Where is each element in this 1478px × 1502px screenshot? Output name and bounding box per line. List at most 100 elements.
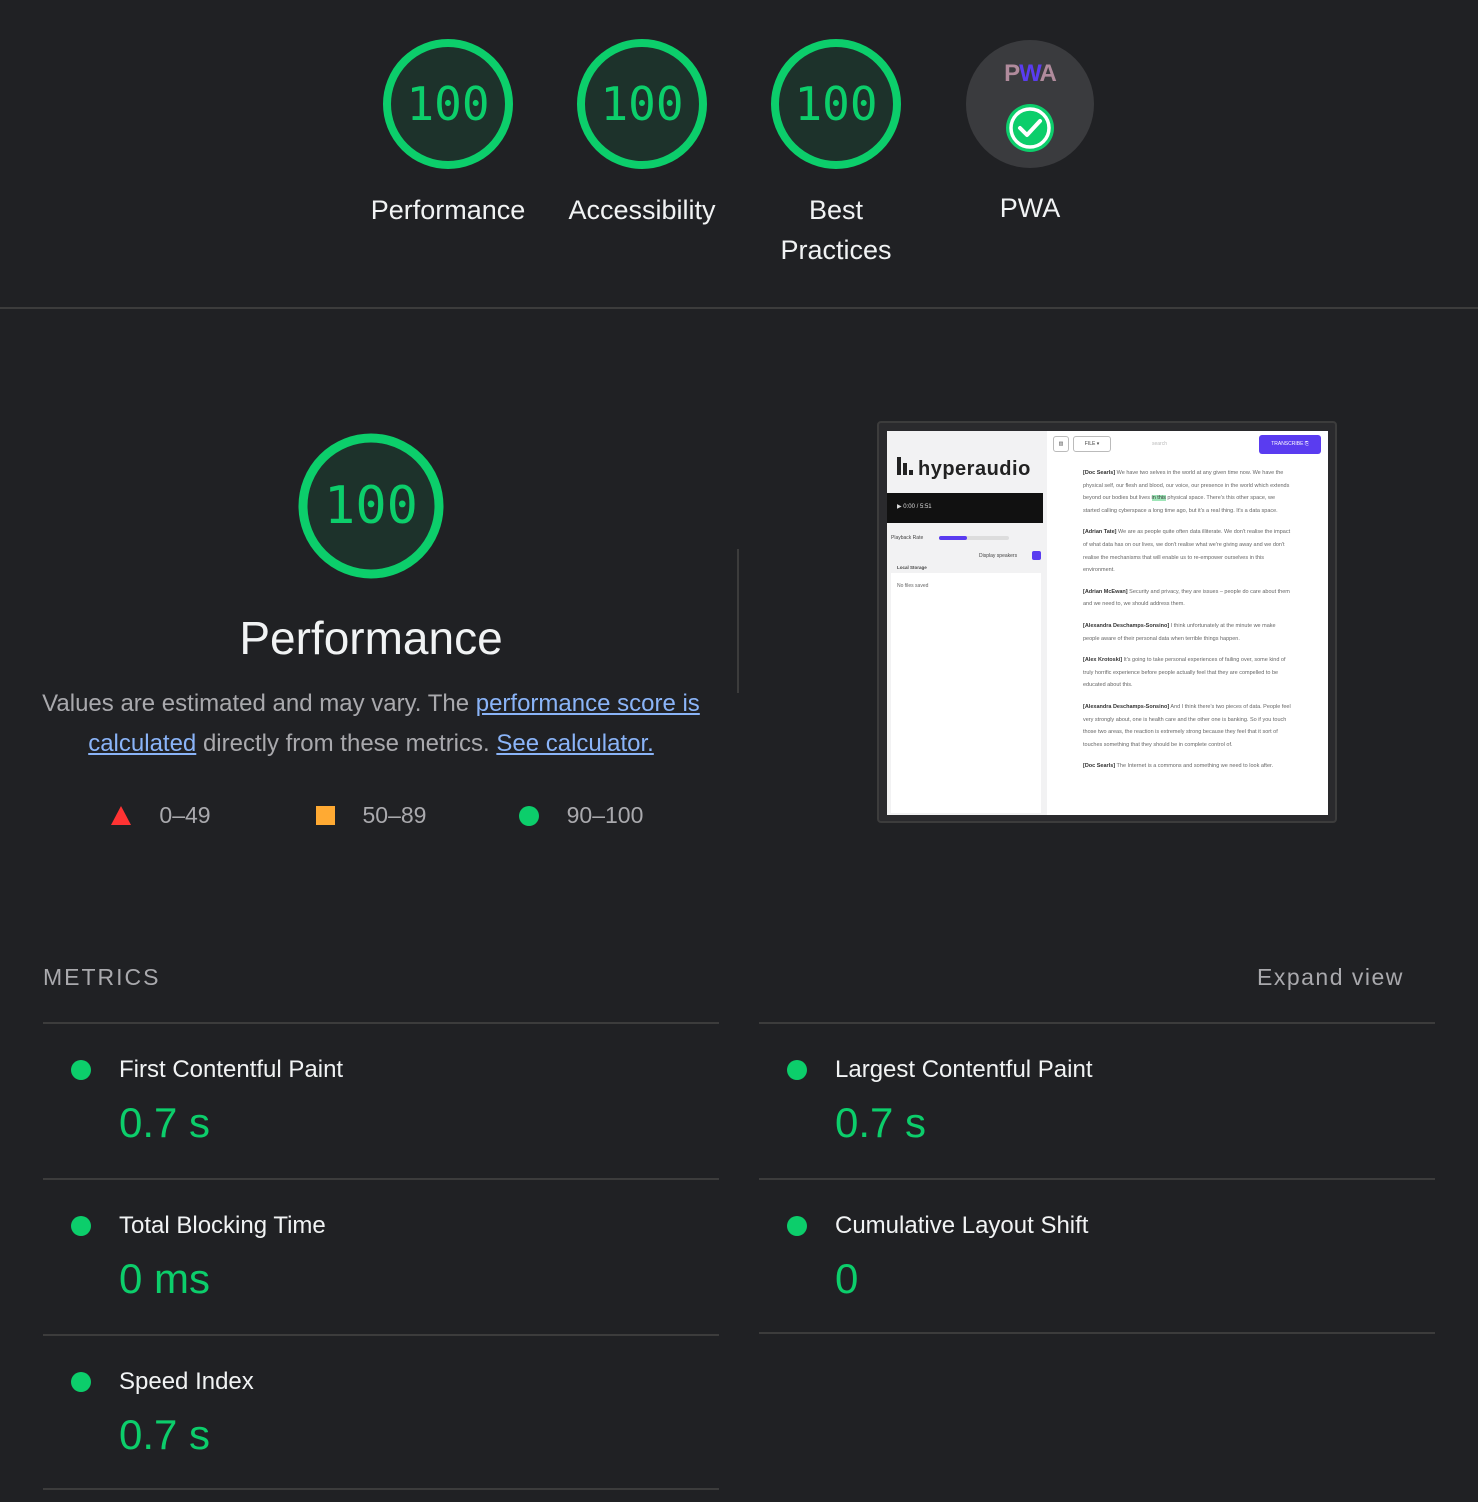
metric-name: First Contentful Paint <box>119 1056 344 1083</box>
metric-name: Cumulative Layout Shift <box>835 1212 1089 1239</box>
gauge-pwa[interactable]: PWA PWA <box>933 38 1127 228</box>
divider <box>737 549 739 693</box>
speaker: [Alex Krotoski] <box>1083 657 1123 664</box>
speaker: [Adrian Tate] <box>1083 529 1117 536</box>
performance-description: Values are estimated and may vary. The p… <box>40 684 702 764</box>
playback-rate-label: Playback Rate <box>891 535 924 541</box>
transcript-paragraph: [Adrian McEwan] Security and privacy, th… <box>1083 586 1291 611</box>
player-time: ▶ 0:00 / 5:51 <box>897 504 932 510</box>
gauge-label: Accessibility <box>568 195 716 225</box>
square-icon <box>315 806 335 825</box>
gauge-accessibility[interactable]: 100 Accessibility <box>545 38 739 230</box>
display-speakers-checkbox <box>1032 551 1041 560</box>
no-files-text: No files saved <box>897 583 929 589</box>
pass-circle-icon <box>71 1060 91 1080</box>
performance-score: 100 <box>324 476 418 536</box>
desc-text: directly from these metrics. <box>196 730 497 757</box>
speaker: [Doc Searls] <box>1083 763 1116 770</box>
logo-bars-icon <box>897 457 913 475</box>
highlighted-word: in this <box>1151 495 1166 502</box>
metric-name: Largest Contentful Paint <box>835 1056 1093 1083</box>
pass-circle-icon <box>71 1216 91 1236</box>
category-gauges: 100 Performance 100 Accessibility 100 Be… <box>0 0 1478 309</box>
hyperaudio-logo: hyperaudio <box>897 457 1031 481</box>
logo-text: hyperaudio <box>918 458 1031 480</box>
gauge-score: 100 <box>600 77 684 131</box>
audio-player: ▶ 0:00 / 5:51 <box>887 493 1043 523</box>
transcript-paragraph: [Alexandra Deschamps-Sonsino] I think un… <box>1083 620 1291 645</box>
score-ring: 100 <box>770 38 902 170</box>
paragraph-text: The Internet is a commons and something … <box>1115 763 1274 770</box>
expand-view-toggle[interactable]: Expand view <box>1257 964 1404 991</box>
layout-icon: ▥ <box>1053 436 1069 452</box>
gauge-performance[interactable]: 100 Performance <box>351 38 545 230</box>
score-ring: 100 <box>576 38 708 170</box>
score-legend: 0–49 50–89 90–100 <box>40 802 702 829</box>
pwa-logo: PWA <box>1004 60 1057 87</box>
transcribe-button: TRANSCRIBE ⎘ <box>1259 435 1321 454</box>
see-calculator-link[interactable]: See calculator. <box>496 730 653 757</box>
metric-name: Total Blocking Time <box>119 1212 326 1239</box>
pass-circle-icon <box>787 1060 807 1080</box>
gauge-label: PWA <box>999 193 1061 223</box>
gauge-label: Performance <box>370 195 526 225</box>
performance-summary: 100 Performance Values are estimated and… <box>40 432 702 829</box>
metric-name: Speed Index <box>119 1368 254 1395</box>
display-speakers-label: Display speakers <box>979 553 1018 559</box>
speaker: [Adrian McEwan] <box>1083 588 1128 595</box>
transcribe-label: TRANSCRIBE <box>1271 441 1304 447</box>
gauge-label: Best Practices <box>780 195 892 265</box>
metric-speed-index: Speed Index 0.7 s <box>43 1334 719 1490</box>
metric-cumulative-layout-shift: Cumulative Layout Shift 0 <box>759 1178 1435 1334</box>
transcript-paragraph: [Adrian Tate] We are as people quite oft… <box>1083 526 1291 576</box>
slider-fill <box>939 536 967 540</box>
metric-value: 0 ms <box>119 1255 211 1302</box>
player-time-text: 0:00 / 5:51 <box>903 504 932 510</box>
pass-circle-icon <box>71 1372 91 1392</box>
metric-value: 0.7 s <box>119 1099 211 1146</box>
performance-score-ring: 100 <box>297 432 445 580</box>
metric-value: 0.7 s <box>119 1411 211 1458</box>
file-button-label: FILE <box>1084 441 1096 447</box>
legend-range: 50–89 <box>362 802 427 828</box>
local-storage-panel <box>891 573 1041 813</box>
transcript-paragraph: [Alex Krotoski] It's going to take perso… <box>1083 654 1291 692</box>
speaker: [Alexandra Deschamps-Sonsino] <box>1083 703 1170 710</box>
gauge-score: 100 <box>406 77 490 131</box>
legend-range: 90–100 <box>566 802 644 828</box>
gauge-best-practices[interactable]: 100 Best Practices <box>739 38 933 270</box>
playback-slider <box>939 536 1009 540</box>
speaker: [Doc Searls] <box>1083 470 1116 476</box>
transcript-paragraph: [Alexandra Deschamps-Sonsino] And I thin… <box>1083 701 1291 751</box>
transcript-paragraph: [Doc Searls] The Internet is a commons a… <box>1083 760 1291 773</box>
paragraph-text: And I think there's two pieces of data. … <box>1083 703 1291 748</box>
screenshot-sidebar: hyperaudio ▶ 0:00 / 5:51 Playback Rate D… <box>887 431 1047 815</box>
divider <box>43 1488 719 1490</box>
pass-circle-icon <box>787 1216 807 1236</box>
circle-icon <box>518 805 539 826</box>
screenshot-image: hyperaudio ▶ 0:00 / 5:51 Playback Rate D… <box>887 431 1328 815</box>
search-input: search <box>1152 441 1168 447</box>
metric-first-contentful-paint: First Contentful Paint 0.7 s <box>43 1022 719 1178</box>
metrics-header: METRICS <box>43 964 161 990</box>
gauge-score: 100 <box>794 77 878 131</box>
legend-range: 0–49 <box>159 802 211 828</box>
check-icon <box>1006 104 1054 152</box>
metric-value: 0 <box>835 1255 859 1302</box>
file-dropdown: FILE ▾ <box>1073 436 1111 452</box>
metric-total-blocking-time: Total Blocking Time 0 ms <box>43 1178 719 1334</box>
triangle-icon <box>111 806 132 825</box>
final-screenshot[interactable]: hyperaudio ▶ 0:00 / 5:51 Playback Rate D… <box>877 421 1337 823</box>
local-storage-label: Local Storage <box>897 565 927 570</box>
metric-value: 0.7 s <box>835 1099 927 1146</box>
speaker: [Alexandra Deschamps-Sonsino] <box>1083 622 1170 629</box>
score-ring: 100 <box>382 38 514 170</box>
desc-text: Values are estimated and may vary. The <box>42 690 476 717</box>
divider <box>759 1332 1435 1334</box>
transcript: [Doc Searls] We have two selves in the w… <box>1083 467 1291 782</box>
performance-title: Performance <box>239 612 503 664</box>
metric-largest-contentful-paint: Largest Contentful Paint 0.7 s <box>759 1022 1435 1178</box>
paragraph-text: We are as people quite often data illite… <box>1083 529 1291 574</box>
pwa-badge: PWA <box>966 40 1094 168</box>
legend-pass: 90–100 <box>476 802 686 829</box>
